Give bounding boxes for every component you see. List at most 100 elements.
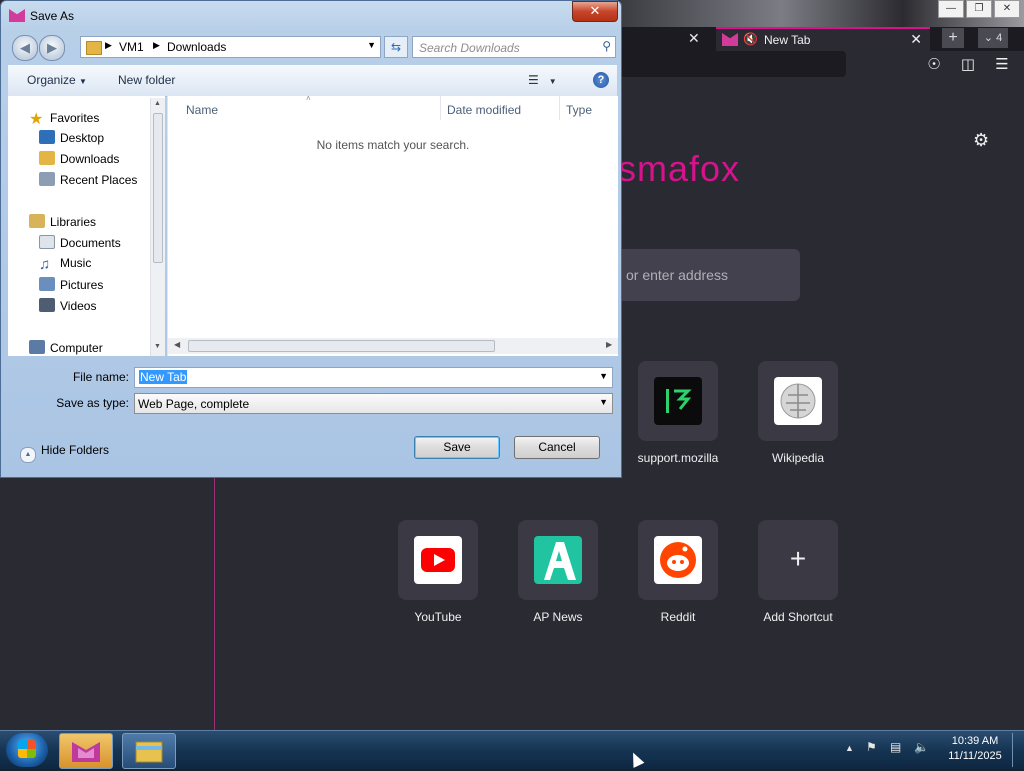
nav-item-music[interactable]: ♫ Music — [39, 256, 91, 273]
tab-count: 4 — [996, 32, 1003, 44]
downloads-folder-icon — [39, 151, 55, 165]
action-center-icon[interactable]: ⚑ — [866, 740, 877, 754]
account-icon[interactable]: ☉ — [925, 55, 943, 73]
chevron-down-icon[interactable]: ▼ — [367, 40, 376, 50]
breadcrumb-vm1[interactable]: VM1 — [119, 40, 144, 54]
shortcut-youtube[interactable] — [398, 520, 478, 600]
nav-item-documents[interactable]: Documents — [39, 235, 121, 250]
forward-button[interactable]: ▶ — [39, 35, 65, 61]
scroll-down-icon[interactable]: ▼ — [154, 343, 161, 350]
minimize-button[interactable]: — — [938, 0, 964, 18]
nav-item-computer[interactable]: Computer — [29, 340, 103, 355]
column-type[interactable]: Type — [566, 103, 592, 117]
shortcut-label: Add Shortcut — [763, 610, 833, 624]
windows-logo-icon — [18, 740, 36, 758]
taskbar-explorer-button[interactable] — [122, 733, 176, 769]
new-tab-button[interactable]: + — [942, 28, 964, 48]
nav-label: Recent Places — [60, 173, 138, 187]
restore-button[interactable]: ❐ — [966, 0, 992, 18]
close-button[interactable]: ✕ — [572, 1, 618, 22]
back-button[interactable]: ◀ — [12, 35, 38, 61]
extensions-icon[interactable]: ◫ — [959, 55, 977, 73]
scrollbar-thumb[interactable] — [153, 113, 163, 263]
scroll-left-icon[interactable]: ◀ — [174, 340, 180, 349]
nav-item-desktop[interactable]: Desktop — [39, 130, 104, 145]
documents-icon — [39, 235, 55, 249]
clock[interactable]: 10:39 AM 11/11/2025 — [940, 734, 1010, 764]
chevron-down-icon: ▼ — [79, 77, 87, 86]
cancel-button[interactable]: Cancel — [514, 436, 600, 459]
star-icon: ★ — [29, 111, 44, 128]
nav-item-downloads[interactable]: Downloads — [39, 151, 119, 166]
nav-item-pictures[interactable]: Pictures — [39, 277, 103, 292]
close-window-button[interactable]: ✕ — [994, 0, 1020, 18]
nav-item-libraries[interactable]: Libraries — [29, 214, 96, 229]
column-divider[interactable] — [559, 96, 560, 120]
add-shortcut-button[interactable]: + — [758, 520, 838, 600]
nav-label: Libraries — [50, 215, 97, 229]
clock-time: 10:39 AM — [951, 735, 999, 747]
close-tab-icon[interactable]: ✕ — [688, 30, 700, 47]
breadcrumb-arrow-icon[interactable]: ▶ — [153, 40, 160, 51]
gear-icon[interactable]: ⚙ — [973, 130, 989, 151]
shortcut-wikipedia[interactable] — [758, 361, 838, 441]
plus-icon: + — [789, 543, 807, 574]
start-button[interactable] — [6, 733, 48, 767]
show-hidden-icons-button[interactable]: ▲ — [845, 743, 854, 753]
column-name[interactable]: Name — [186, 103, 218, 117]
close-tab-icon[interactable]: ✕ — [910, 31, 922, 48]
videos-icon — [39, 298, 55, 312]
refresh-button[interactable]: ⇆ — [384, 36, 408, 58]
shortcut-label: Reddit — [660, 610, 696, 624]
column-date-modified[interactable]: Date modified — [447, 103, 521, 117]
mute-icon[interactable]: 🔇 — [743, 32, 758, 46]
save-button[interactable]: Save — [414, 436, 500, 459]
search-input[interactable]: or enter address — [600, 249, 800, 301]
tab-title: New Tab — [764, 33, 811, 47]
breadcrumb-arrow-icon[interactable]: ▶ — [105, 40, 112, 51]
tab-new-tab[interactable]: 🔇 New Tab ✕ — [716, 27, 930, 51]
desktop-icon — [39, 130, 55, 144]
shortcut-label: YouTube — [414, 610, 462, 624]
hide-folders-button[interactable]: ▲ Hide Folders — [20, 443, 109, 463]
horizontal-scrollbar[interactable]: ◀ ▶ — [168, 338, 618, 354]
shortcut-reddit[interactable] — [638, 520, 718, 600]
volume-muted-icon[interactable]: 🔈 — [914, 740, 929, 754]
scroll-right-icon[interactable]: ▶ — [606, 340, 612, 349]
search-downloads-field[interactable]: ⚲ — [412, 36, 616, 58]
network-icon[interactable]: ▤ — [890, 740, 901, 754]
taskbar: ▲ ⚑ ▤ 🔈 10:39 AM 11/11/2025 — [0, 730, 1024, 769]
tab-list-button[interactable]: ⌄ 4 — [978, 28, 1008, 48]
chevron-down-icon[interactable]: ▼ — [599, 371, 608, 381]
search-input[interactable] — [417, 39, 597, 57]
chevron-down-icon[interactable]: ▼ — [599, 397, 608, 407]
nav-item-videos[interactable]: Videos — [39, 298, 96, 313]
url-bar[interactable] — [620, 51, 846, 77]
youtube-icon — [414, 536, 462, 584]
organize-button[interactable]: Organize ▼ — [27, 73, 87, 87]
search-icon[interactable]: ⚲ — [602, 39, 611, 53]
nav-scrollbar[interactable]: ▲ ▼ — [150, 98, 165, 356]
scrollbar-thumb[interactable] — [188, 340, 495, 352]
menu-icon[interactable]: ☰ — [993, 55, 1011, 73]
window-controls: — ❐ ✕ — [938, 0, 1020, 18]
chevron-down-icon: ▼ — [548, 77, 557, 86]
view-options-button[interactable]: ☰ ▼ — [528, 73, 557, 87]
address-bar[interactable]: ▶ VM1 ▶ Downloads ▼ — [80, 36, 381, 58]
breadcrumb-downloads[interactable]: Downloads — [167, 40, 226, 54]
shortcut-support-mozilla[interactable] — [638, 361, 718, 441]
nav-label: Downloads — [60, 152, 120, 166]
help-icon[interactable]: ? — [593, 72, 609, 88]
column-divider[interactable] — [440, 96, 441, 120]
new-folder-button[interactable]: New folder — [118, 73, 175, 87]
file-name-field[interactable]: New Tab ▼ — [134, 367, 613, 388]
taskbar-browser-button[interactable] — [59, 733, 113, 769]
nav-item-favorites[interactable]: ★ Favorites — [29, 109, 99, 128]
file-name-value[interactable]: New Tab — [139, 370, 188, 384]
scroll-up-icon[interactable]: ▲ — [154, 100, 161, 107]
command-bar: Organize ▼ New folder ☰ ▼ ? — [8, 65, 617, 97]
save-as-type-select[interactable]: Web Page, complete ▼ — [134, 393, 613, 414]
nav-item-recent-places[interactable]: Recent Places — [39, 172, 137, 187]
shortcut-ap-news[interactable] — [518, 520, 598, 600]
show-desktop-button[interactable] — [1012, 733, 1023, 767]
